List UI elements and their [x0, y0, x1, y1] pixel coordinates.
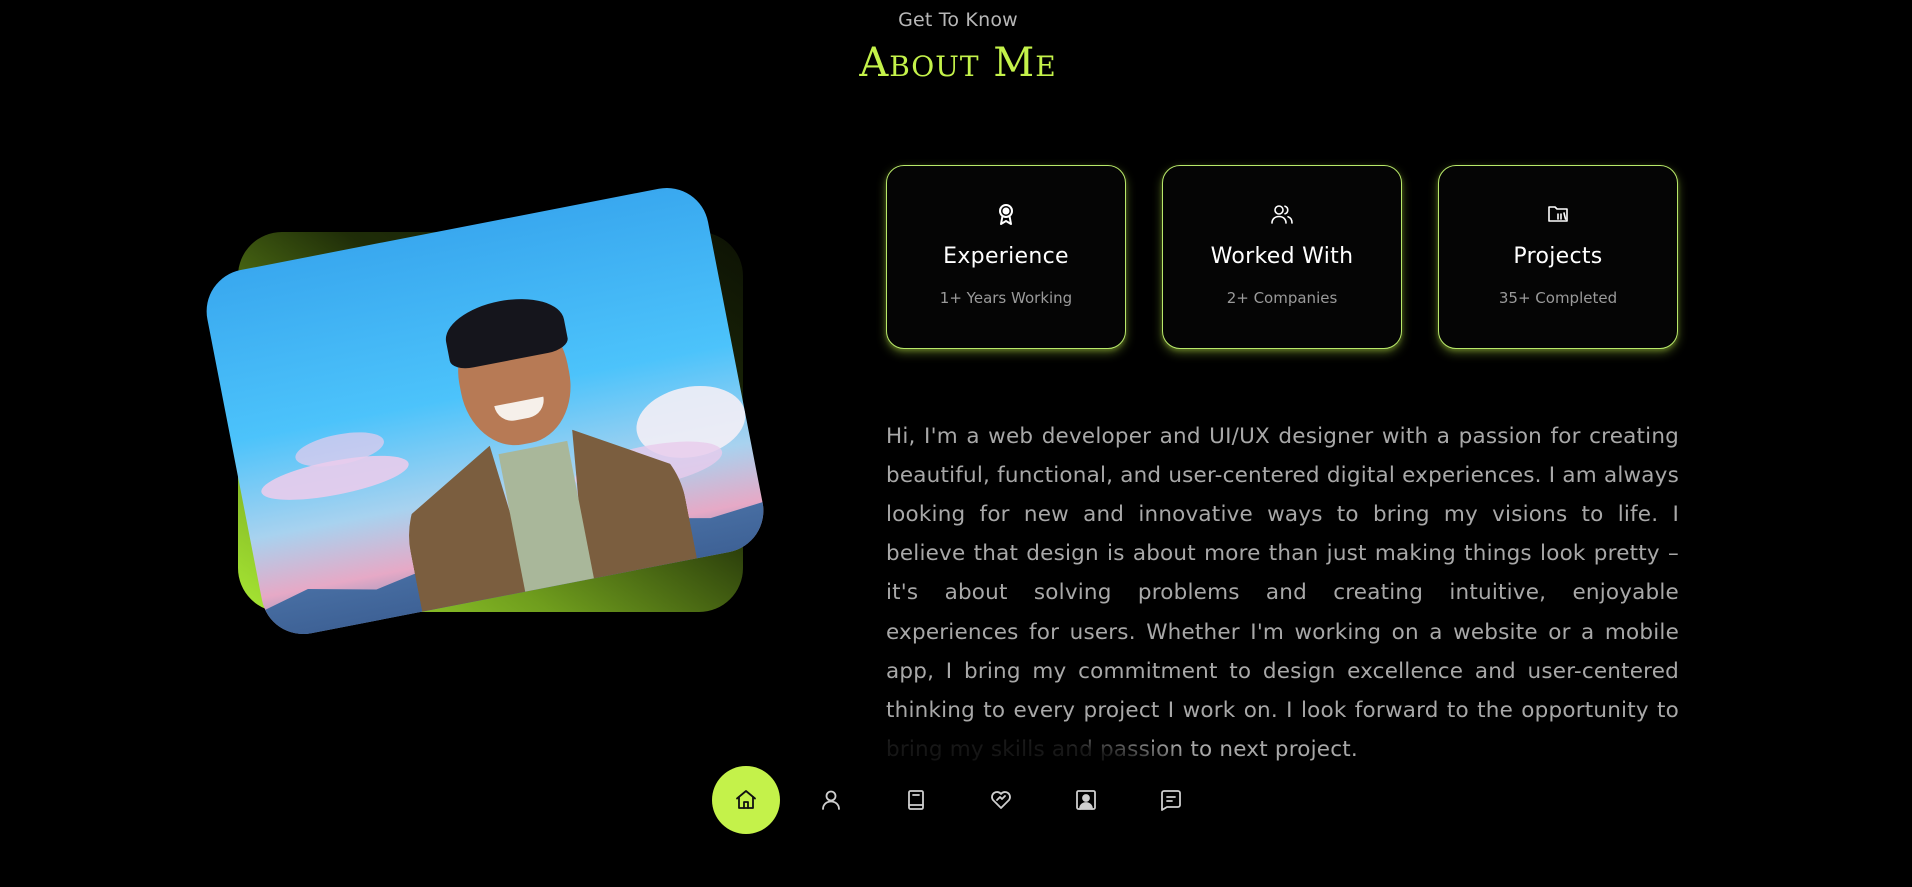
handshake-icon: [991, 791, 1011, 809]
nav-home[interactable]: [712, 766, 780, 834]
folder-icon: [1439, 202, 1677, 228]
nav-experience[interactable]: [882, 766, 950, 834]
about-section: Get To Know About Me Experience 1+ Years…: [0, 0, 1912, 887]
portfolio-icon: [1076, 790, 1096, 810]
bottom-nav: [712, 766, 1222, 834]
stat-card-experience: Experience 1+ Years Working: [886, 165, 1126, 349]
stat-title: Projects: [1513, 244, 1603, 269]
stat-card-projects: Projects 35+ Completed: [1438, 165, 1678, 349]
section-eyebrow: Get To Know: [898, 9, 1018, 31]
nav-services[interactable]: [967, 766, 1035, 834]
nav-about[interactable]: [797, 766, 865, 834]
book-icon: [908, 790, 924, 810]
stat-title: Experience: [943, 244, 1069, 269]
stat-card-companies: Worked With 2+ Companies: [1162, 165, 1402, 349]
section-title: About Me: [859, 40, 1057, 86]
nav-contact[interactable]: [1137, 766, 1205, 834]
users-icon: [1163, 202, 1401, 228]
award-icon: [887, 202, 1125, 228]
user-icon: [822, 790, 840, 810]
stat-title: Worked With: [1210, 244, 1354, 269]
profile-photo-frame: [199, 180, 771, 660]
home-icon: [736, 790, 756, 809]
bio-paragraph: Hi, I'm a web developer and UI/UX design…: [886, 423, 1679, 763]
nav-portfolio[interactable]: [1052, 766, 1120, 834]
stat-subtitle: 1+ Years Working: [939, 289, 1073, 307]
message-icon: [1161, 790, 1181, 811]
stat-subtitle: 2+ Companies: [1226, 289, 1338, 307]
stat-subtitle: 35+ Completed: [1498, 289, 1618, 307]
